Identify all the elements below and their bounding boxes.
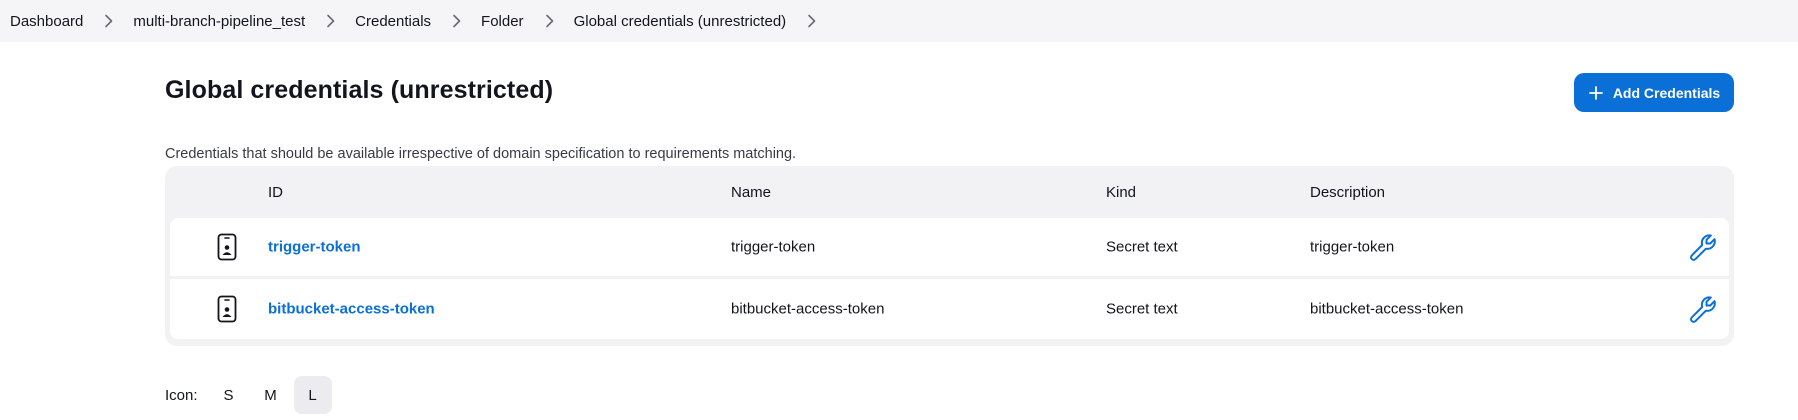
credential-card-icon — [217, 295, 237, 323]
page-description: Credentials that should be available irr… — [165, 146, 797, 162]
icon-size-small[interactable]: S — [210, 376, 248, 414]
table-row: bitbucket-access-token bitbucket-access-… — [170, 279, 1729, 339]
add-credentials-button[interactable]: Add Credentials — [1574, 73, 1734, 112]
column-header-description[interactable]: Description — [1310, 184, 1385, 201]
chevron-right-icon — [541, 12, 559, 30]
chevron-right-icon — [100, 12, 118, 30]
column-header-id[interactable]: ID — [268, 184, 283, 201]
credential-name: trigger-token — [731, 238, 816, 256]
breadcrumb-global-credentials[interactable]: Global credentials (unrestricted) — [574, 13, 787, 30]
credential-kind: Secret text — [1106, 300, 1178, 318]
credentials-table: ID Name Kind Description trigger-token t… — [165, 166, 1734, 346]
credential-id-link[interactable]: bitbucket-access-token — [268, 301, 435, 318]
column-header-name[interactable]: Name — [731, 184, 771, 201]
column-header-kind[interactable]: Kind — [1106, 184, 1136, 201]
credential-name: bitbucket-access-token — [731, 300, 885, 318]
credential-description: bitbucket-access-token — [1310, 300, 1464, 318]
chevron-right-icon — [448, 12, 466, 30]
credential-description: trigger-token — [1310, 238, 1395, 256]
chevron-right-icon — [322, 12, 340, 30]
page-title: Global credentials (unrestricted) — [165, 76, 554, 104]
table-header: ID Name Kind Description — [165, 166, 1734, 218]
credential-id-link[interactable]: trigger-token — [268, 239, 361, 256]
icon-size-selector: Icon: S M L — [165, 376, 332, 414]
breadcrumb-pipeline[interactable]: multi-branch-pipeline_test — [133, 13, 305, 30]
icon-size-label: Icon: — [165, 386, 198, 404]
breadcrumb-credentials[interactable]: Credentials — [355, 13, 431, 30]
breadcrumb-folder[interactable]: Folder — [481, 13, 524, 30]
credential-card-icon — [217, 233, 237, 261]
plus-icon — [1588, 85, 1603, 100]
table-row: trigger-token trigger-token Secret text … — [170, 218, 1729, 276]
chevron-right-icon[interactable] — [803, 12, 821, 30]
icon-size-medium[interactable]: M — [252, 376, 290, 414]
credential-kind: Secret text — [1106, 238, 1178, 256]
add-credentials-label: Add Credentials — [1612, 84, 1721, 101]
wrench-icon[interactable] — [1687, 293, 1719, 325]
breadcrumb-dashboard[interactable]: Dashboard — [10, 13, 83, 30]
wrench-icon[interactable] — [1687, 231, 1719, 263]
icon-size-large[interactable]: L — [293, 376, 332, 414]
breadcrumb: Dashboard multi-branch-pipeline_test Cre… — [0, 0, 1798, 42]
